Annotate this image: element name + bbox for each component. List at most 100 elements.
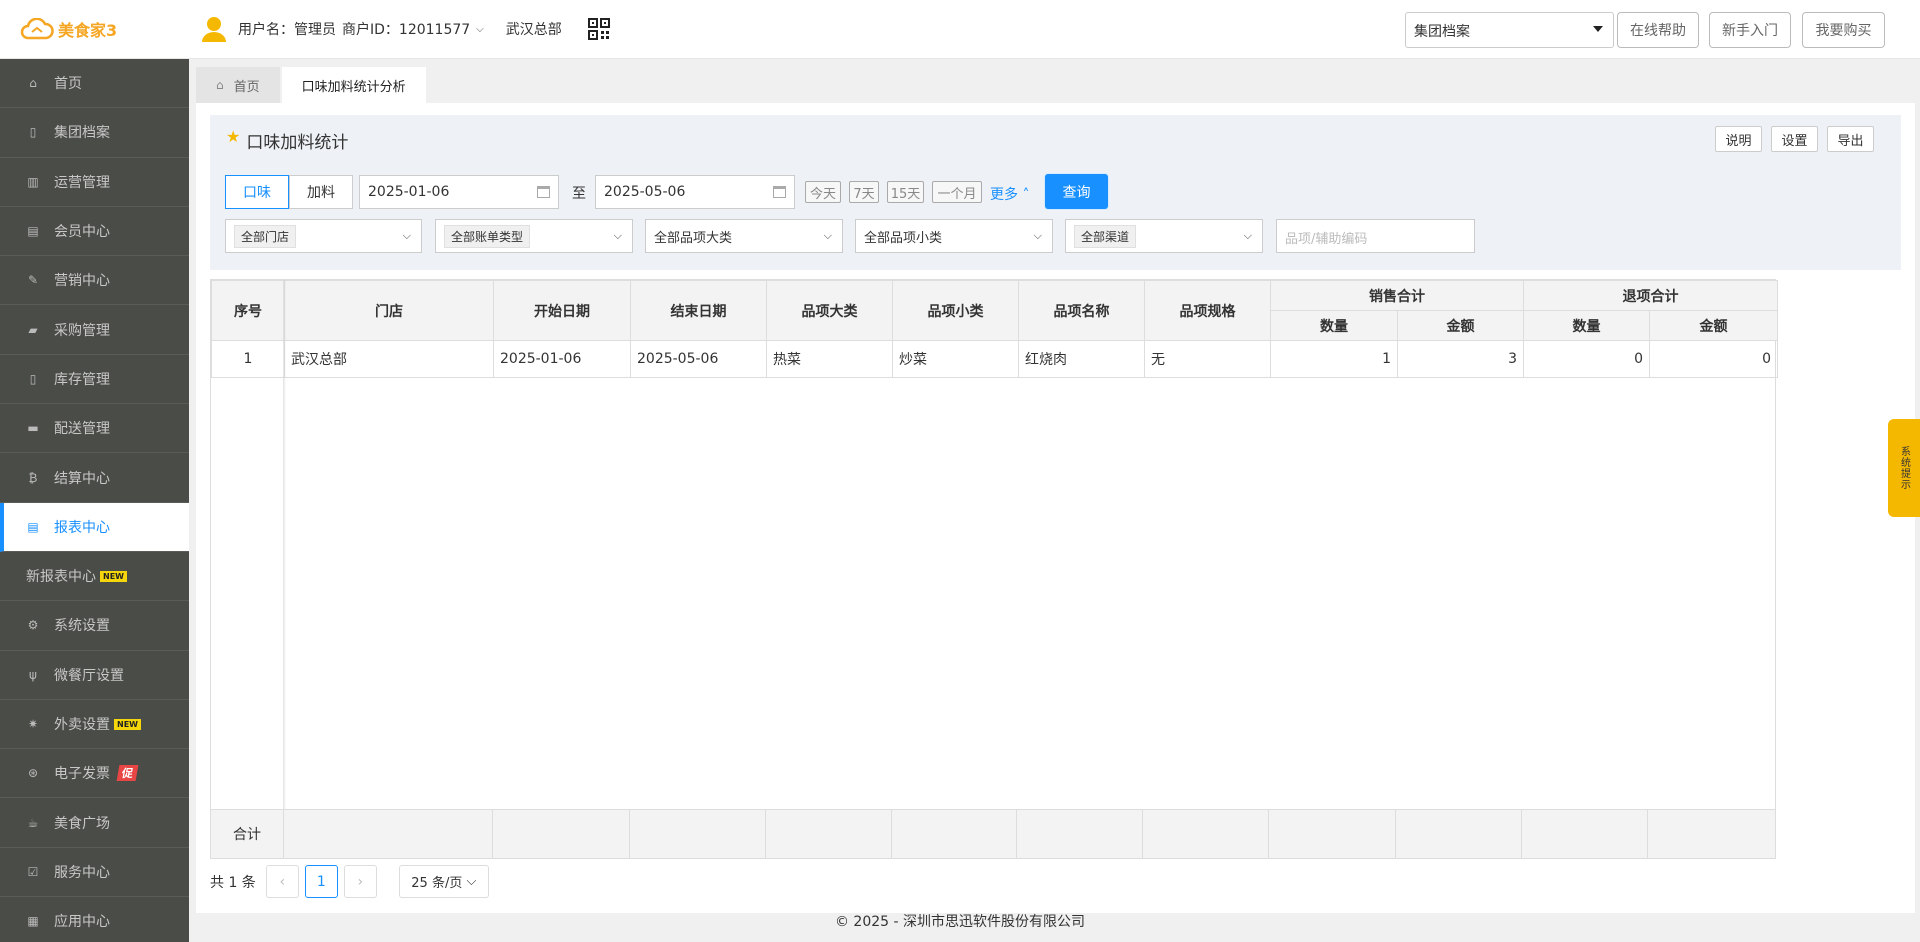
table-cell: 无 bbox=[1144, 340, 1271, 378]
page-title: ★ 口味加料统计 bbox=[226, 127, 349, 153]
cutlery-icon: ψ bbox=[29, 667, 37, 682]
subcategory-select[interactable]: 全部品项小类 ⌵ bbox=[855, 219, 1053, 253]
col-header[interactable]: 数量 bbox=[1523, 310, 1650, 341]
chevron-down-icon: ⌵ bbox=[1243, 229, 1252, 242]
bill-type-select[interactable]: 全部账单类型 ⌵ bbox=[435, 219, 633, 253]
gears-icon: ⚙ bbox=[27, 618, 39, 633]
new-badge: NEW bbox=[100, 570, 127, 582]
next-page-button[interactable]: › bbox=[343, 865, 377, 898]
qr-code-icon[interactable] bbox=[587, 18, 610, 40]
settings-button[interactable]: 设置 bbox=[1771, 126, 1818, 152]
range-month[interactable]: 一个月 bbox=[932, 181, 982, 203]
sidebar-item-takeout[interactable]: ✷ 外卖设置 NEW bbox=[0, 700, 189, 750]
table-cell: 3 bbox=[1397, 340, 1524, 378]
store-select[interactable]: 全部门店 ⌵ bbox=[225, 219, 422, 253]
system-hint-tab[interactable]: 系统提示 bbox=[1888, 419, 1920, 517]
start-date-input[interactable]: 2025-01-06 bbox=[359, 175, 559, 209]
export-button[interactable]: 导出 bbox=[1827, 126, 1874, 152]
archive-select[interactable]: 集团档案 bbox=[1405, 12, 1614, 48]
col-header[interactable]: 结束日期 bbox=[630, 280, 767, 341]
range-15days[interactable]: 15天 bbox=[887, 181, 924, 203]
total-row: 合计 bbox=[211, 809, 1775, 858]
page-title-text: 口味加料统计 bbox=[246, 133, 349, 153]
prev-page-button[interactable]: ‹ bbox=[265, 865, 299, 898]
help-button[interactable]: 说明 bbox=[1715, 126, 1762, 152]
home-icon: ⌂ bbox=[216, 78, 224, 92]
logo[interactable]: 美食家3 bbox=[20, 17, 117, 41]
table-row[interactable]: 1 武汉总部 2025-01-06 2025-05-06 热菜 炒菜 红烧肉 无… bbox=[211, 340, 1778, 378]
channel-tag: 全部渠道 bbox=[1074, 224, 1137, 248]
user-avatar-icon bbox=[202, 17, 226, 42]
sidebar-item-e-invoice[interactable]: ⊛ 电子发票促 bbox=[0, 749, 189, 799]
start-date-value: 2025-01-06 bbox=[368, 184, 450, 200]
col-header[interactable]: 金额 bbox=[1397, 310, 1524, 341]
sidebar-item-label: 配送管理 bbox=[54, 421, 110, 438]
chevron-up-icon: ˄ bbox=[1018, 187, 1030, 203]
promo-badge: 促 bbox=[116, 765, 139, 782]
sidebar-item-label: 微餐厅设置 bbox=[54, 667, 124, 684]
invoice-icon: ⊛ bbox=[27, 766, 39, 781]
sidebar-item-marketing[interactable]: ✎ 营销中心 bbox=[0, 256, 189, 306]
username-label: 用户名：管理员 bbox=[238, 22, 336, 38]
sidebar-item-new-reports[interactable]: 新报表中心 NEW bbox=[0, 552, 189, 602]
channel-select[interactable]: 全部渠道 ⌵ bbox=[1065, 219, 1263, 253]
range-7days[interactable]: 7天 bbox=[849, 181, 879, 203]
online-help-button[interactable]: 在线帮助 bbox=[1617, 12, 1699, 48]
sidebar-item-operations[interactable]: ▥ 运营管理 bbox=[0, 158, 189, 207]
toggle-addon[interactable]: 加料 bbox=[289, 175, 353, 209]
subcategory-select-value: 全部品项小类 bbox=[864, 230, 943, 246]
tab-flavor-stats[interactable]: 口味加料统计分析 bbox=[281, 67, 426, 103]
sidebar-item-settlement[interactable]: ₿ 结算中心 bbox=[0, 453, 189, 503]
tab-label: 首页 bbox=[233, 79, 260, 95]
sidebar-item-delivery[interactable]: ▬ 配送管理 bbox=[0, 404, 189, 454]
sidebar-item-service[interactable]: ☑ 服务中心 bbox=[0, 848, 189, 898]
merchant-id[interactable]: 商户ID：12011577 bbox=[342, 19, 470, 39]
sidebar-item-system-settings[interactable]: ⚙ 系统设置 bbox=[0, 601, 189, 651]
table-cell: 0 bbox=[1523, 340, 1650, 378]
toggle-flavor[interactable]: 口味 bbox=[225, 175, 289, 209]
group-header-sales: 销售合计 bbox=[1270, 280, 1524, 311]
col-header[interactable]: 门店 bbox=[284, 280, 494, 341]
col-header[interactable]: 品项小类 bbox=[892, 280, 1019, 341]
tab-label: 口味加料统计分析 bbox=[301, 79, 406, 95]
page-size-value: 25 条/页 bbox=[411, 876, 463, 891]
sidebar-item-reports[interactable]: ▤ 报表中心 bbox=[0, 502, 189, 552]
col-header[interactable]: 金额 bbox=[1649, 310, 1778, 341]
sidebar-item-members[interactable]: ▤ 会员中心 bbox=[0, 207, 189, 257]
table-cell: 0 bbox=[1649, 340, 1778, 378]
end-date-input[interactable]: 2025-05-06 bbox=[595, 175, 795, 209]
sidebar-item-home[interactable]: ⌂ 首页 bbox=[0, 59, 189, 109]
chevron-down-icon[interactable]: ⌵ bbox=[476, 24, 484, 35]
col-header[interactable]: 品项规格 bbox=[1144, 280, 1271, 341]
end-date-value: 2025-05-06 bbox=[604, 184, 686, 200]
beginner-guide-button[interactable]: 新手入门 bbox=[1709, 12, 1791, 48]
item-code-placeholder: 品项/辅助编码 bbox=[1285, 232, 1368, 247]
col-header[interactable]: 品项大类 bbox=[766, 280, 893, 341]
sidebar-item-purchasing[interactable]: ▰ 采购管理 bbox=[0, 305, 189, 355]
fixed-column-shadow bbox=[283, 280, 286, 858]
col-header[interactable]: 品项名称 bbox=[1018, 280, 1145, 341]
tab-home[interactable]: ⌂ 首页 bbox=[196, 67, 280, 103]
page-number[interactable]: 1 bbox=[304, 865, 338, 898]
coffee-icon: ☕ bbox=[27, 815, 39, 830]
table-cell: 炒菜 bbox=[892, 340, 1019, 378]
page-size-select[interactable]: 25 条/页 ⌵ bbox=[398, 865, 489, 898]
query-button[interactable]: 查询 bbox=[1045, 174, 1108, 209]
col-header[interactable]: 开始日期 bbox=[493, 280, 631, 341]
star-icon[interactable]: ★ bbox=[226, 127, 240, 146]
sidebar-item-food-plaza[interactable]: ☕ 美食广场 bbox=[0, 798, 189, 848]
sidebar-item-group-archive[interactable]: ▯ 集团档案 bbox=[0, 108, 189, 158]
col-header[interactable]: 数量 bbox=[1270, 310, 1398, 341]
category-select[interactable]: 全部品项大类 ⌵ bbox=[645, 219, 843, 253]
sidebar-item-label: 结算中心 bbox=[54, 470, 110, 487]
buy-button[interactable]: 我要购买 bbox=[1802, 12, 1885, 48]
range-today[interactable]: 今天 bbox=[805, 181, 841, 203]
more-toggle[interactable]: 更多 ˄ bbox=[990, 184, 1029, 204]
gear-icon: ✷ bbox=[27, 717, 39, 731]
more-label: 更多 bbox=[990, 187, 1018, 203]
sidebar-item-micro-restaurant[interactable]: ψ 微餐厅设置 bbox=[0, 651, 189, 700]
item-code-input[interactable]: 品项/辅助编码 bbox=[1276, 219, 1475, 253]
chevron-down-icon: ⌵ bbox=[462, 874, 477, 889]
col-header[interactable]: 序号 bbox=[211, 280, 285, 341]
sidebar-item-inventory[interactable]: ▯ 库存管理 bbox=[0, 355, 189, 405]
